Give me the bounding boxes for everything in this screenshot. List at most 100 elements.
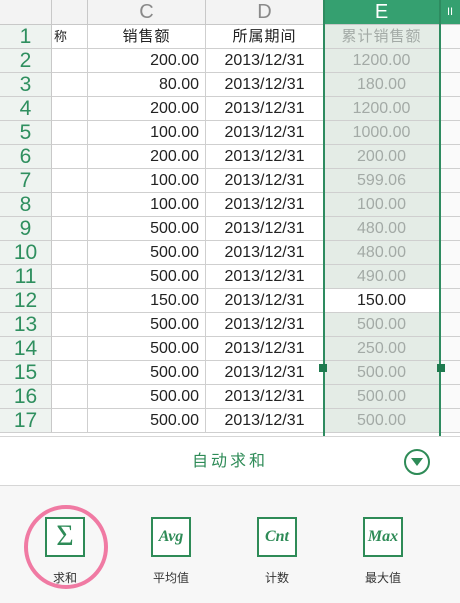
cell-sales[interactable]: 500.00	[88, 385, 206, 409]
cell-sales[interactable]: 100.00	[88, 169, 206, 193]
average-button[interactable]: Avg 平均值	[126, 486, 216, 603]
cell-f[interactable]	[440, 193, 460, 217]
row-number[interactable]: 1	[0, 25, 52, 49]
cell-name[interactable]	[52, 193, 88, 217]
cell-name[interactable]	[52, 73, 88, 97]
cell-sales[interactable]: 100.00	[88, 121, 206, 145]
row-number[interactable]: 6	[0, 145, 52, 169]
column-header-c[interactable]: C	[88, 0, 206, 25]
cell-name-header[interactable]: 称	[52, 25, 88, 49]
row-number[interactable]: 7	[0, 169, 52, 193]
cell-sales[interactable]: 200.00	[88, 49, 206, 73]
cell-cumulative[interactable]: 500.00	[324, 313, 440, 337]
cell-period[interactable]: 2013/12/31	[206, 337, 324, 361]
row-number[interactable]: 13	[0, 313, 52, 337]
row-number[interactable]: 8	[0, 193, 52, 217]
cell-sales-header[interactable]: 销售额	[88, 25, 206, 49]
cell-f[interactable]	[440, 241, 460, 265]
cell-cumulative[interactable]: 599.06	[324, 169, 440, 193]
cell-cumulative[interactable]: 200.00	[324, 145, 440, 169]
cell-name[interactable]	[52, 145, 88, 169]
row-number[interactable]: 10	[0, 241, 52, 265]
cell-cumulative[interactable]: 180.00	[324, 73, 440, 97]
cell-f[interactable]	[440, 73, 460, 97]
cell-f[interactable]	[440, 337, 460, 361]
cell-period[interactable]: 2013/12/31	[206, 49, 324, 73]
cell-period[interactable]: 2013/12/31	[206, 265, 324, 289]
cell-period[interactable]: 2013/12/31	[206, 217, 324, 241]
cell-f[interactable]	[440, 289, 460, 313]
row-number[interactable]: 3	[0, 73, 52, 97]
cell-sales[interactable]: 200.00	[88, 97, 206, 121]
cell-f[interactable]	[440, 385, 460, 409]
cell-f[interactable]	[440, 97, 460, 121]
row-number[interactable]: 9	[0, 217, 52, 241]
cell-sales[interactable]: 500.00	[88, 337, 206, 361]
cell-name[interactable]	[52, 241, 88, 265]
selection-handle-right[interactable]	[437, 364, 445, 372]
row-number[interactable]: 15	[0, 361, 52, 385]
cell-name[interactable]	[52, 49, 88, 73]
cell-sales[interactable]: 500.00	[88, 409, 206, 433]
cell-cumulative[interactable]: 500.00	[324, 385, 440, 409]
cell-f[interactable]	[440, 313, 460, 337]
max-button[interactable]: Max 最大值	[338, 486, 428, 603]
cell-name[interactable]	[52, 217, 88, 241]
row-number[interactable]: 14	[0, 337, 52, 361]
row-number[interactable]: 12	[0, 289, 52, 313]
row-number[interactable]: 5	[0, 121, 52, 145]
cell-sales[interactable]: 100.00	[88, 193, 206, 217]
cell-f[interactable]	[440, 145, 460, 169]
cell-period[interactable]: 2013/12/31	[206, 361, 324, 385]
cell-period[interactable]: 2013/12/31	[206, 313, 324, 337]
cell-name[interactable]	[52, 361, 88, 385]
cell-name[interactable]	[52, 265, 88, 289]
column-header-e[interactable]: E	[324, 0, 440, 25]
row-number[interactable]: 11	[0, 265, 52, 289]
cell-period[interactable]: 2013/12/31	[206, 169, 324, 193]
cell-f[interactable]	[440, 265, 460, 289]
row-number[interactable]: 4	[0, 97, 52, 121]
cell-period[interactable]: 2013/12/31	[206, 241, 324, 265]
cell-period[interactable]: 2013/12/31	[206, 73, 324, 97]
cell-f[interactable]	[440, 217, 460, 241]
row-number[interactable]: 17	[0, 409, 52, 433]
cell-cumulative[interactable]: 1000.00	[324, 121, 440, 145]
row-number[interactable]: 2	[0, 49, 52, 73]
cell-name[interactable]	[52, 97, 88, 121]
cell-cumulative[interactable]: 490.00	[324, 265, 440, 289]
cell-cumulative[interactable]: 150.00	[324, 289, 440, 313]
cell-period[interactable]: 2013/12/31	[206, 121, 324, 145]
cell-cumulative[interactable]: 480.00	[324, 241, 440, 265]
cell-name[interactable]	[52, 337, 88, 361]
cell-name[interactable]	[52, 121, 88, 145]
cell-sales[interactable]: 150.00	[88, 289, 206, 313]
cell-period[interactable]: 2013/12/31	[206, 409, 324, 433]
cell-cumulative[interactable]: 250.00	[324, 337, 440, 361]
collapse-chevron-icon[interactable]	[404, 449, 430, 475]
cell-f[interactable]	[440, 49, 460, 73]
column-header-d[interactable]: D	[206, 0, 324, 25]
cell-name[interactable]	[52, 169, 88, 193]
cell-period[interactable]: 2013/12/31	[206, 193, 324, 217]
spreadsheet-grid[interactable]: C D E II 1 称 销售额 所属期间 累计销售额 2 200.00 2013/…	[0, 0, 460, 436]
cell-sales[interactable]: 80.00	[88, 73, 206, 97]
cell-cumulative[interactable]: 500.00	[324, 409, 440, 433]
column-header-corner[interactable]	[0, 0, 52, 25]
cell-f[interactable]	[440, 169, 460, 193]
cell-name[interactable]	[52, 409, 88, 433]
cell-f[interactable]	[440, 409, 460, 433]
cell-sales[interactable]: 500.00	[88, 265, 206, 289]
cell-cumulative[interactable]: 1200.00	[324, 97, 440, 121]
cell-cumulative-header[interactable]: 累计销售额	[324, 25, 440, 49]
cell-cumulative[interactable]: 100.00	[324, 193, 440, 217]
column-header-f[interactable]: II	[440, 0, 460, 25]
cell-sales[interactable]: 500.00	[88, 313, 206, 337]
cell-cumulative[interactable]: 480.00	[324, 217, 440, 241]
cell-f[interactable]	[440, 121, 460, 145]
selection-handle-left[interactable]	[319, 364, 327, 372]
cell-period-header[interactable]: 所属期间	[206, 25, 324, 49]
cell-cumulative[interactable]: 1200.00	[324, 49, 440, 73]
cell-name[interactable]	[52, 385, 88, 409]
cell-sales[interactable]: 500.00	[88, 217, 206, 241]
